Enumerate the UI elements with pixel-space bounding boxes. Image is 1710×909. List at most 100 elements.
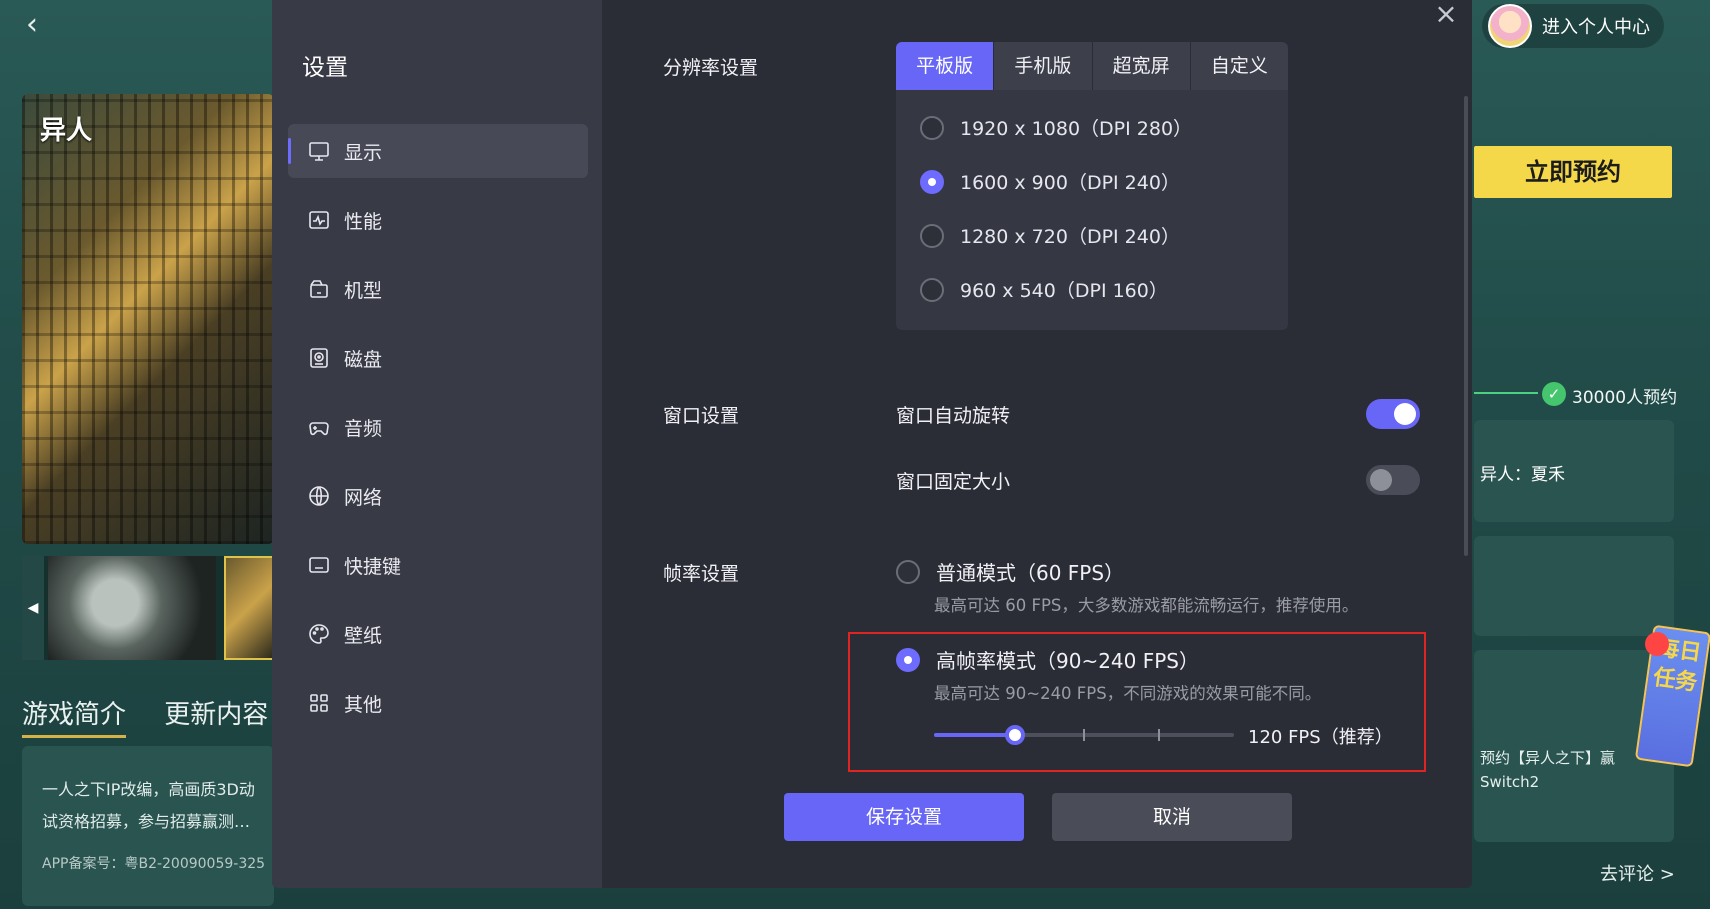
settings-nav: 显示 性能 机型 磁盘 音频 网络 快捷键 壁纸 其他 (288, 124, 588, 745)
nav-item-disk[interactable]: 磁盘 (288, 331, 588, 385)
check-icon: ✓ (1542, 382, 1566, 406)
nav-item-wallpaper[interactable]: 壁纸 (288, 607, 588, 661)
fps-high-label: 高帧率模式（90~240 FPS） (936, 649, 1199, 673)
auto-rotate-toggle[interactable] (1366, 399, 1420, 429)
intro-card: 一人之下IP改编，高画质3D动 试资格招募，参与招募赢测… APP备案号：粤B2… (22, 746, 274, 906)
nav-item-other[interactable]: 其他 (288, 676, 588, 730)
nav-item-display[interactable]: 显示 (288, 124, 588, 178)
dialog-title: 设置 (302, 55, 348, 81)
nav-item-shortcuts[interactable]: 快捷键 (288, 538, 588, 592)
character-name: 异人：夏禾 (1480, 465, 1565, 485)
fps-normal-desc: 最高可达 60 FPS，大多数游戏都能流畅运行，推荐使用。 (934, 596, 1359, 615)
settings-sidebar: 设置 显示 性能 机型 磁盘 音频 网络 快捷键 壁纸 其他 (272, 0, 602, 888)
tab-phone[interactable]: 手机版 (994, 42, 1093, 90)
close-icon[interactable]: × (1432, 0, 1460, 28)
radio-button[interactable] (920, 115, 944, 140)
resolution-option[interactable]: 960 x 540（DPI 160） (920, 276, 1168, 303)
tab-game-intro[interactable]: 游戏简介 (22, 694, 127, 738)
globe-icon (306, 483, 332, 509)
device-icon (306, 276, 332, 302)
info-panel (1474, 536, 1674, 636)
nav-item-network[interactable]: 网络 (288, 469, 588, 523)
slider-tick (1158, 729, 1160, 741)
resolution-option-label: 1600 x 900（DPI 240） (960, 172, 1180, 194)
reserve-progress-line (1474, 392, 1538, 394)
avatar (1488, 4, 1532, 48)
fixed-size-label: 窗口固定大小 (896, 471, 1011, 493)
auto-rotate-label: 窗口自动旋转 (896, 405, 1011, 427)
radio-button[interactable] (920, 223, 944, 248)
intro-tabs: 游戏简介 更新内容 (22, 694, 298, 738)
character-panel[interactable]: 异人：夏禾 (1474, 420, 1674, 522)
user-center-button[interactable]: 进入个人中心 (1482, 4, 1664, 48)
resolution-option[interactable]: 1920 x 1080（DPI 280） (920, 114, 1192, 141)
resolution-option-label: 960 x 540（DPI 160） (960, 280, 1168, 302)
resolution-tabs: 平板版 手机版 超宽屏 自定义 (896, 42, 1288, 90)
palette-icon (306, 621, 332, 647)
fps-high-option[interactable]: 高帧率模式（90~240 FPS） (896, 645, 1199, 674)
monitor-icon (306, 138, 332, 164)
game-hero-image: 异人 (22, 94, 274, 544)
tab-custom[interactable]: 自定义 (1191, 42, 1288, 90)
window-settings-label: 窗口设置 (663, 405, 740, 427)
toggle-knob (1370, 469, 1392, 491)
intro-text-line2: 试资格招募，参与招募赢测… (42, 812, 251, 831)
resolution-options: 1920 x 1080（DPI 280） 1600 x 900（DPI 240）… (896, 90, 1288, 330)
radio-button[interactable] (896, 647, 920, 672)
reserve-button[interactable]: 立即预约 (1474, 146, 1672, 198)
tab-ultrawide[interactable]: 超宽屏 (1093, 42, 1191, 90)
notification-dot (1645, 632, 1669, 656)
nav-label: 壁纸 (344, 624, 383, 647)
nav-item-audio[interactable]: 音频 (288, 400, 588, 454)
resolution-option[interactable]: 1280 x 720（DPI 240） (920, 222, 1180, 249)
thumbnail-2[interactable] (224, 556, 274, 660)
event-text-line2: Switch2 (1480, 773, 1540, 791)
nav-label: 网络 (344, 486, 383, 509)
reserve-count: 30000人预约 (1572, 388, 1678, 408)
settings-dialog: 设置 显示 性能 机型 磁盘 音频 网络 快捷键 壁纸 其他 × 分辨率设置 平… (272, 0, 1472, 888)
intro-text-line1: 一人之下IP改编，高画质3D动 (42, 780, 255, 799)
nav-label: 音频 (344, 417, 383, 440)
radio-button[interactable] (920, 277, 944, 302)
thumbnail-strip: ◀ (22, 556, 274, 660)
resolution-option-label: 1920 x 1080（DPI 280） (960, 118, 1193, 140)
fps-slider-value: 120 FPS（推荐） (1248, 727, 1393, 748)
resolution-label: 分辨率设置 (663, 57, 759, 79)
gamepad-icon (306, 414, 332, 440)
cancel-button[interactable]: 取消 (1052, 793, 1292, 841)
fps-slider[interactable] (934, 725, 1234, 745)
comment-link[interactable]: 去评论 > (1600, 860, 1675, 886)
nav-label: 快捷键 (344, 555, 402, 578)
save-button[interactable]: 保存设置 (784, 793, 1024, 841)
thumbnail-1[interactable] (48, 556, 216, 660)
performance-icon (306, 207, 332, 233)
fps-normal-label: 普通模式（60 FPS） (936, 561, 1125, 585)
toggle-knob (1394, 403, 1416, 425)
fixed-size-toggle[interactable] (1366, 465, 1420, 495)
radio-button[interactable] (896, 559, 920, 584)
user-center-label: 进入个人中心 (1542, 17, 1650, 38)
framerate-label: 帧率设置 (663, 563, 740, 585)
resolution-option-label: 1280 x 720（DPI 240） (960, 226, 1180, 248)
intro-license: APP备案号：粤B2-20090059-325 (42, 856, 266, 872)
scrollbar[interactable] (1464, 96, 1468, 556)
nav-item-device[interactable]: 机型 (288, 262, 588, 316)
game-logo: 异人 (40, 116, 93, 146)
slider-knob[interactable] (1005, 725, 1025, 745)
chevron-left-icon[interactable]: ‹ (26, 10, 56, 40)
fps-high-desc: 最高可达 90~240 FPS，不同游戏的效果可能不同。 (934, 684, 1322, 703)
grid-icon (306, 690, 332, 716)
radio-button[interactable] (920, 169, 944, 194)
nav-item-performance[interactable]: 性能 (288, 193, 588, 247)
slider-fill (934, 733, 1015, 737)
nav-label: 其他 (344, 693, 383, 716)
fps-normal-option[interactable]: 普通模式（60 FPS） (896, 557, 1124, 586)
tab-update-content[interactable]: 更新内容 (164, 694, 268, 731)
nav-label: 显示 (344, 141, 383, 164)
slider-tick (1083, 729, 1085, 741)
thumb-prev-icon[interactable]: ◀ (22, 556, 44, 660)
nav-label: 磁盘 (344, 348, 383, 371)
disk-icon (306, 345, 332, 371)
resolution-option[interactable]: 1600 x 900（DPI 240） (920, 168, 1180, 195)
tab-tablet[interactable]: 平板版 (896, 42, 995, 90)
